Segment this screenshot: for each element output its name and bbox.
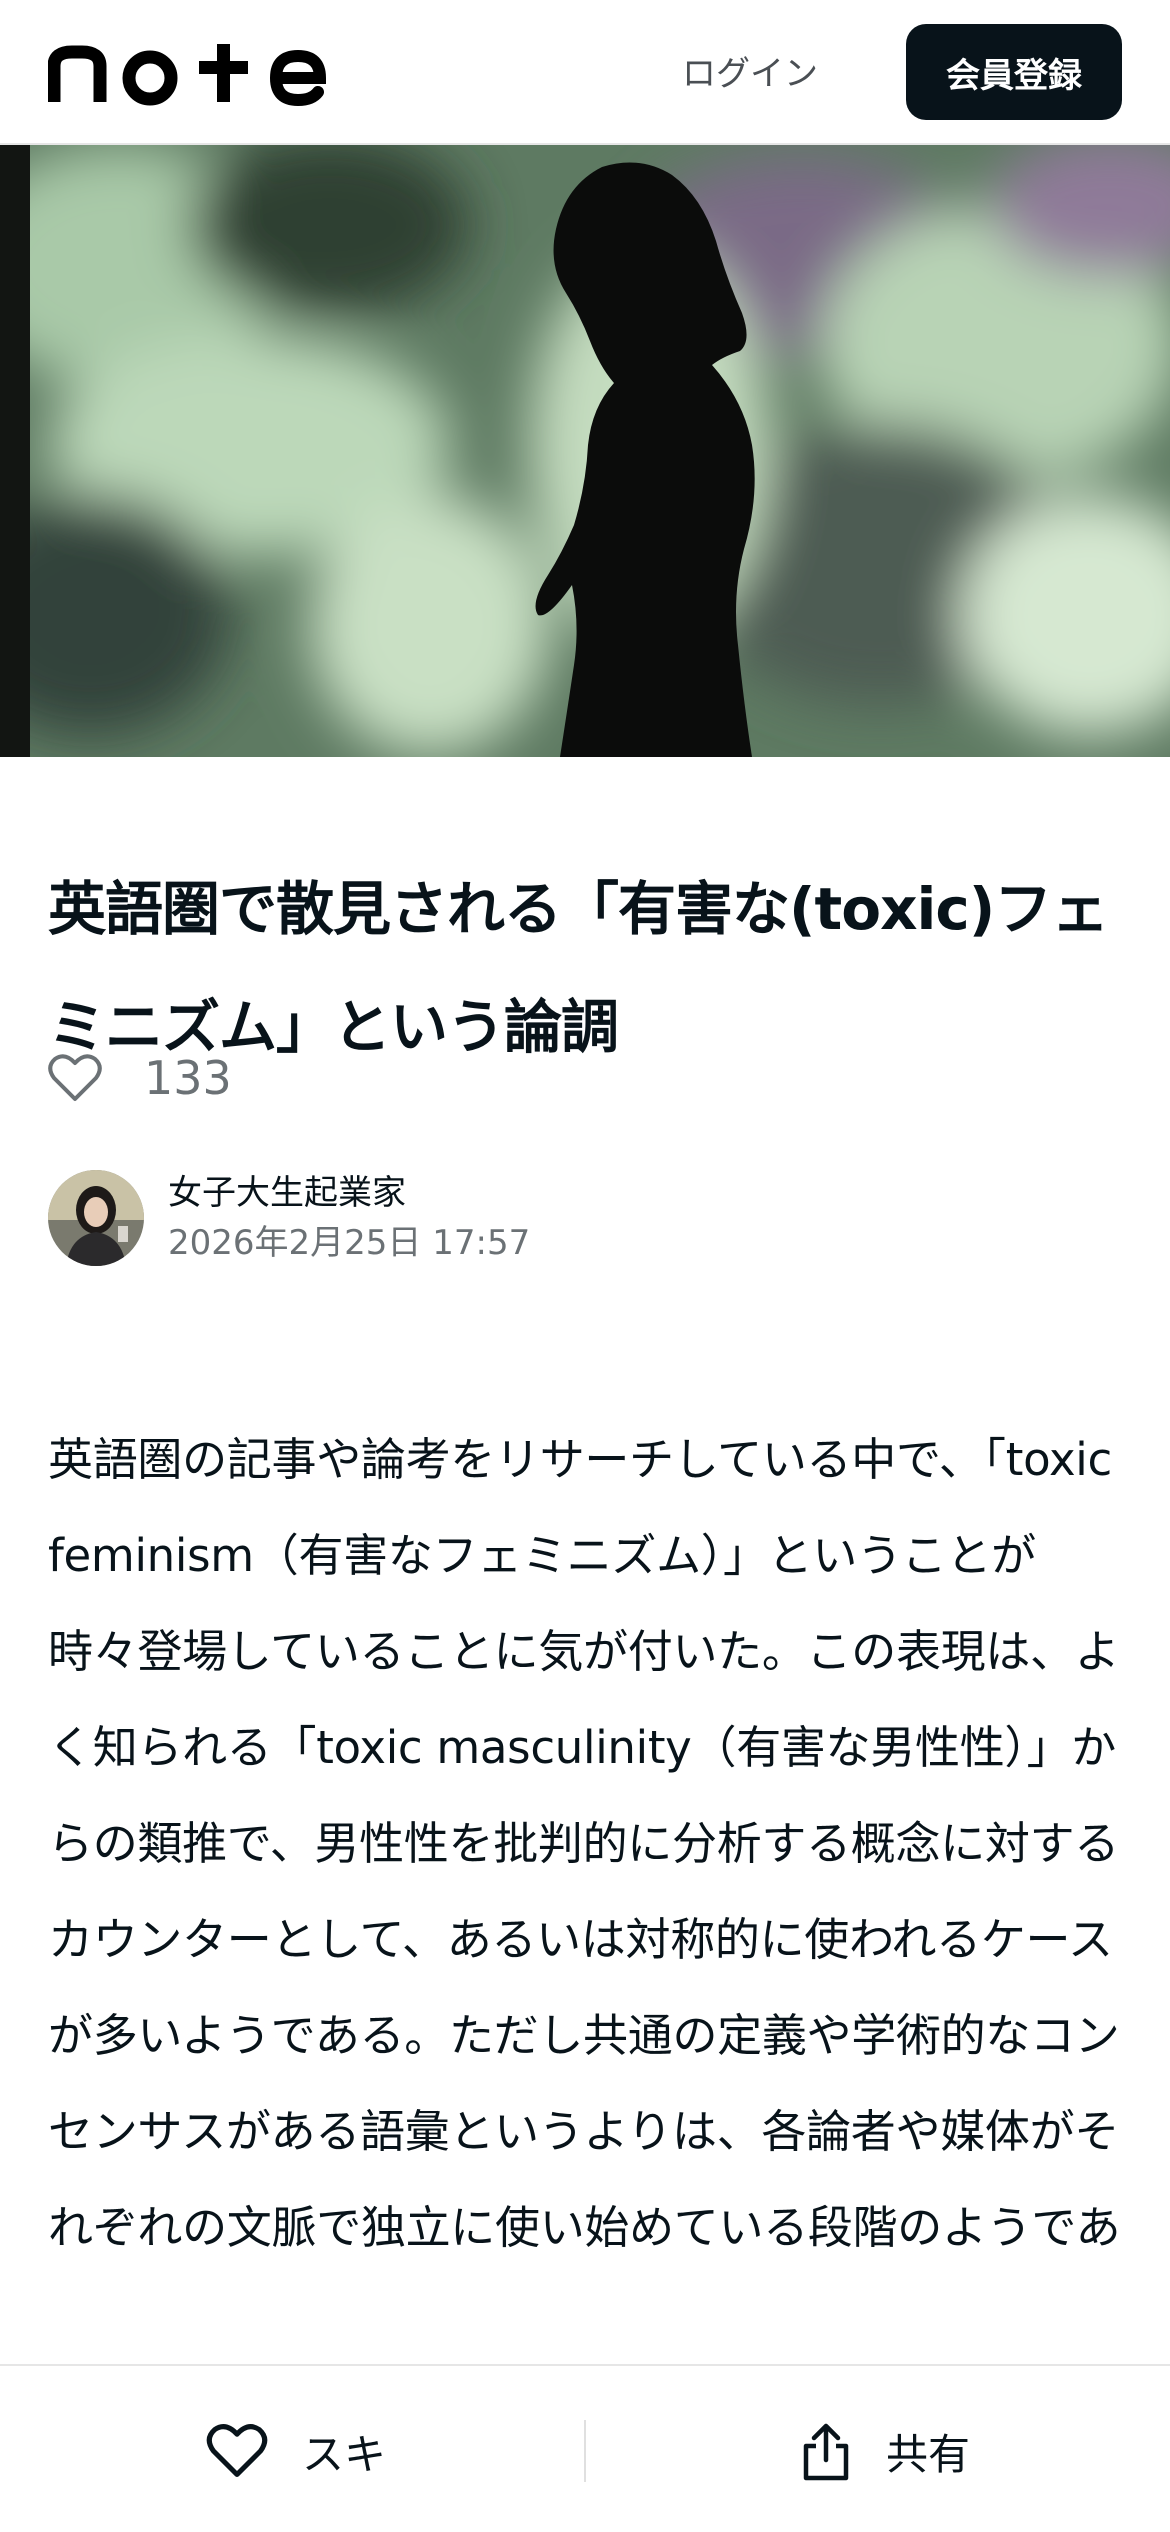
author-info[interactable]: 女子大生起業家 2026年2月25日 17:57 xyxy=(48,1168,530,1268)
login-link[interactable]: ログイン xyxy=(660,40,840,100)
heart-icon xyxy=(206,2424,268,2478)
share-button[interactable]: 共有 xyxy=(800,2406,970,2496)
like-label: スキ xyxy=(302,2429,387,2479)
heart-icon[interactable] xyxy=(48,1053,102,1103)
silhouette-photo xyxy=(0,145,1170,757)
author-name[interactable]: 女子大生起業家 xyxy=(168,1168,530,1218)
like-button[interactable]: スキ xyxy=(206,2406,386,2496)
article-body: 英語圏の記事や論考をリサーチしている中で、「toxic feminism（有害な… xyxy=(48,1433,1121,2254)
divider xyxy=(584,2420,586,2482)
site-header: ログイン 会員登録 xyxy=(0,0,1170,145)
like-summary: 133 xyxy=(48,1048,232,1108)
note-logo[interactable] xyxy=(48,38,348,108)
bottom-action-bar: スキ 共有 xyxy=(0,2364,1170,2532)
share-icon xyxy=(803,2423,849,2481)
hero-image xyxy=(0,145,1170,757)
share-label: 共有 xyxy=(886,2429,971,2479)
publish-date: 2026年2月25日 17:57 xyxy=(168,1223,531,1263)
avatar[interactable] xyxy=(48,1170,144,1266)
like-count: 133 xyxy=(144,1051,232,1105)
signup-button[interactable]: 会員登録 xyxy=(906,24,1122,120)
